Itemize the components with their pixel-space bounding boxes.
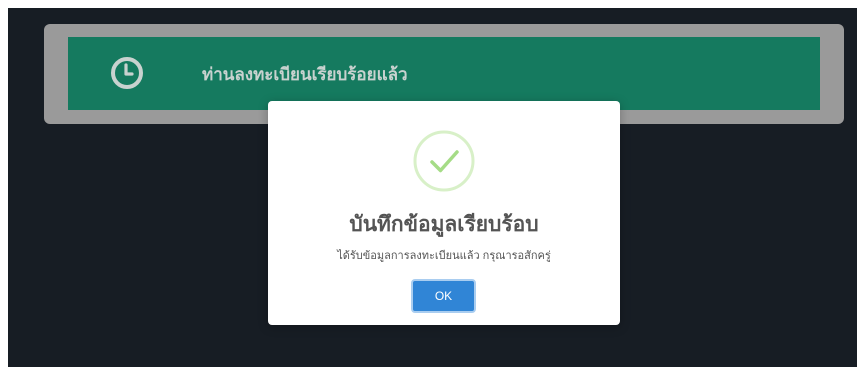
modal-text: ได้รับข้อมูลการลงทะเบียนแล้ว กรุณารอสักค… xyxy=(337,250,551,262)
success-modal: บันทึกข้อมูลเรียบร้อบ ได้รับข้อมูลการลงท… xyxy=(268,101,620,325)
ok-button[interactable]: OK xyxy=(411,279,476,313)
registration-banner xyxy=(68,37,820,110)
modal-title: บันทึกข้อมูลเรียบร้อบ xyxy=(349,213,539,236)
success-check-icon xyxy=(413,130,475,192)
clock-icon xyxy=(111,57,143,89)
banner-message: ท่านลงทะเบียนเรียบร้อยแล้ว xyxy=(202,65,408,84)
